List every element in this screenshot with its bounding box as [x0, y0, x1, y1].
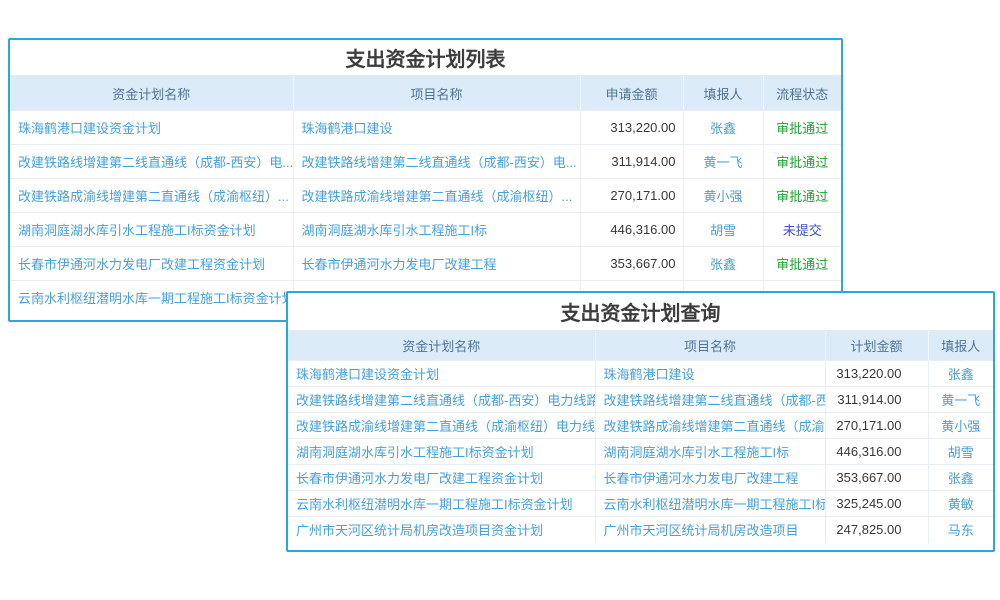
query-table: 资金计划名称 项目名称 计划金额 填报人 珠海鹤港口建设资金计划珠海鹤港口建设3…: [288, 331, 993, 543]
plan-name-link[interactable]: 云南水利枢纽潜明水库一期工程施工I标资金计划: [10, 281, 293, 315]
flow-status: 审批通过: [763, 145, 841, 179]
flow-status: 未提交: [763, 213, 841, 247]
table-row: 珠海鹤港口建设资金计划珠海鹤港口建设313,220.00张鑫: [288, 361, 993, 387]
query-panel-title: 支出资金计划查询: [288, 293, 993, 331]
plan-name-link[interactable]: 改建铁路线增建第二线直通线（成都-西安）电力线路迁: [288, 387, 595, 413]
table-row: 改建铁路成渝线增建第二直通线（成渝枢纽）...改建铁路成渝线增建第二直通线（成渝…: [10, 179, 841, 213]
reporter-link[interactable]: 黄一飞: [928, 387, 993, 413]
flow-status: 审批通过: [763, 179, 841, 213]
plan-amount: 325,245.00: [825, 491, 928, 517]
plan-name-link[interactable]: 长春市伊通河水力发电厂改建工程资金计划: [288, 465, 595, 491]
flow-status: 审批通过: [763, 247, 841, 281]
query-col-reporter: 填报人: [928, 331, 993, 361]
project-name-link[interactable]: 改建铁路线增建第二线直通线（成都-西安: [595, 387, 825, 413]
reporter-link[interactable]: 张鑫: [928, 465, 993, 491]
plan-name-link[interactable]: 珠海鹤港口建设资金计划: [288, 361, 595, 387]
reporter-link[interactable]: 张鑫: [928, 361, 993, 387]
reporter-link[interactable]: 黄小强: [928, 413, 993, 439]
table-row: 云南水利枢纽潜明水库一期工程施工I标资金计划云南水利枢纽潜明水库一期工程施工I标…: [288, 491, 993, 517]
plan-name-link[interactable]: 改建铁路成渝线增建第二直通线（成渝枢纽）...: [10, 179, 293, 213]
apply-amount: 446,316.00: [580, 213, 683, 247]
plan-name-link[interactable]: 长春市伊通河水力发电厂改建工程资金计划: [10, 247, 293, 281]
table-row: 长春市伊通河水力发电厂改建工程资金计划长春市伊通河水力发电厂改建工程353,66…: [288, 465, 993, 491]
reporter-link[interactable]: 胡雪: [683, 213, 763, 247]
plan-name-link[interactable]: 珠海鹤港口建设资金计划: [10, 111, 293, 145]
plan-amount: 313,220.00: [825, 361, 928, 387]
table-row: 湖南洞庭湖水库引水工程施工I标资金计划湖南洞庭湖水库引水工程施工I标446,31…: [288, 439, 993, 465]
project-name-link[interactable]: 改建铁路成渝线增建第二直通线（成渝枢: [595, 413, 825, 439]
table-row: 广州市天河区统计局机房改造项目资金计划广州市天河区统计局机房改造项目247,82…: [288, 517, 993, 543]
plan-amount: 270,171.00: [825, 413, 928, 439]
reporter-link[interactable]: 张鑫: [683, 111, 763, 145]
list-header-row: 资金计划名称 项目名称 申请金额 填报人 流程状态: [10, 76, 841, 111]
project-name-link[interactable]: 改建铁路线增建第二线直通线（成都-西安）电...: [293, 145, 580, 179]
query-col-project-name: 项目名称: [595, 331, 825, 361]
apply-amount: 353,667.00: [580, 247, 683, 281]
list-col-project-name: 项目名称: [293, 76, 580, 111]
plan-amount: 247,825.00: [825, 517, 928, 543]
table-row: 改建铁路成渝线增建第二直通线（成渝枢纽）电力线路迁改建铁路成渝线增建第二直通线（…: [288, 413, 993, 439]
project-name-link[interactable]: 湖南洞庭湖水库引水工程施工I标: [293, 213, 580, 247]
expense-plan-query-panel: 支出资金计划查询 资金计划名称 项目名称 计划金额 填报人 珠海鹤港口建设资金计…: [286, 291, 995, 552]
expense-plan-list-panel: 支出资金计划列表 资金计划名称 项目名称 申请金额 填报人 流程状态 珠海鹤港口…: [8, 38, 843, 322]
plan-name-link[interactable]: 云南水利枢纽潜明水库一期工程施工I标资金计划: [288, 491, 595, 517]
query-header-row: 资金计划名称 项目名称 计划金额 填报人: [288, 331, 993, 361]
plan-name-link[interactable]: 湖南洞庭湖水库引水工程施工I标资金计划: [288, 439, 595, 465]
list-col-plan-name: 资金计划名称: [10, 76, 293, 111]
project-name-link[interactable]: 珠海鹤港口建设: [595, 361, 825, 387]
list-col-apply-amount: 申请金额: [580, 76, 683, 111]
query-col-plan-name: 资金计划名称: [288, 331, 595, 361]
plan-name-link[interactable]: 广州市天河区统计局机房改造项目资金计划: [288, 517, 595, 543]
apply-amount: 311,914.00: [580, 145, 683, 179]
reporter-link[interactable]: 马东: [928, 517, 993, 543]
list-table: 资金计划名称 项目名称 申请金额 填报人 流程状态 珠海鹤港口建设资金计划珠海鹤…: [10, 76, 841, 315]
table-row: 改建铁路线增建第二线直通线（成都-西安）电...改建铁路线增建第二线直通线（成都…: [10, 145, 841, 179]
table-row: 长春市伊通河水力发电厂改建工程资金计划长春市伊通河水力发电厂改建工程353,66…: [10, 247, 841, 281]
flow-status: 审批通过: [763, 111, 841, 145]
table-row: 改建铁路线增建第二线直通线（成都-西安）电力线路迁改建铁路线增建第二线直通线（成…: [288, 387, 993, 413]
project-name-link[interactable]: 改建铁路成渝线增建第二直通线（成渝枢纽）...: [293, 179, 580, 213]
plan-amount: 353,667.00: [825, 465, 928, 491]
plan-name-link[interactable]: 改建铁路成渝线增建第二直通线（成渝枢纽）电力线路迁: [288, 413, 595, 439]
plan-name-link[interactable]: 湖南洞庭湖水库引水工程施工I标资金计划: [10, 213, 293, 247]
reporter-link[interactable]: 黄小强: [683, 179, 763, 213]
plan-amount: 311,914.00: [825, 387, 928, 413]
query-col-plan-amount: 计划金额: [825, 331, 928, 361]
apply-amount: 313,220.00: [580, 111, 683, 145]
project-name-link[interactable]: 广州市天河区统计局机房改造项目: [595, 517, 825, 543]
project-name-link[interactable]: 湖南洞庭湖水库引水工程施工I标: [595, 439, 825, 465]
plan-amount: 446,316.00: [825, 439, 928, 465]
apply-amount: 270,171.00: [580, 179, 683, 213]
list-col-reporter: 填报人: [683, 76, 763, 111]
reporter-link[interactable]: 黄敏: [928, 491, 993, 517]
table-row: 湖南洞庭湖水库引水工程施工I标资金计划湖南洞庭湖水库引水工程施工I标446,31…: [10, 213, 841, 247]
project-name-link[interactable]: 珠海鹤港口建设: [293, 111, 580, 145]
list-panel-title: 支出资金计划列表: [10, 40, 841, 76]
reporter-link[interactable]: 张鑫: [683, 247, 763, 281]
plan-name-link[interactable]: 改建铁路线增建第二线直通线（成都-西安）电...: [10, 145, 293, 179]
reporter-link[interactable]: 胡雪: [928, 439, 993, 465]
project-name-link[interactable]: 长春市伊通河水力发电厂改建工程: [595, 465, 825, 491]
reporter-link[interactable]: 黄一飞: [683, 145, 763, 179]
project-name-link[interactable]: 长春市伊通河水力发电厂改建工程: [293, 247, 580, 281]
list-col-flow-status: 流程状态: [763, 76, 841, 111]
project-name-link[interactable]: 云南水利枢纽潜明水库一期工程施工I标: [595, 491, 825, 517]
table-row: 珠海鹤港口建设资金计划珠海鹤港口建设313,220.00张鑫审批通过: [10, 111, 841, 145]
